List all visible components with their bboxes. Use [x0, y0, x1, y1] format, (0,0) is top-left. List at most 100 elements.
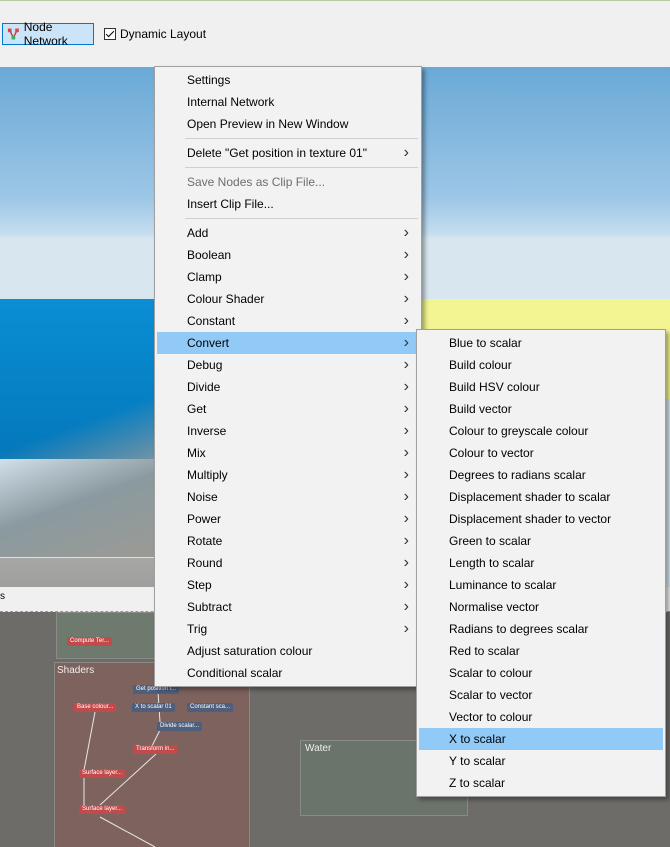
submenu-item-colour-to-vector[interactable]: Colour to vector — [419, 442, 663, 464]
menu-item-delete-get-position-in-texture-01[interactable]: Delete "Get position in texture 01" › — [157, 142, 419, 164]
menu-item-conditional-scalar[interactable]: Conditional scalar — [157, 662, 419, 684]
submenu-item-label: Degrees to radians scalar — [449, 468, 586, 482]
submenu-item-radians-to-degrees-scalar[interactable]: Radians to degrees scalar — [419, 618, 663, 640]
submenu-item-label: Red to scalar — [449, 644, 520, 658]
menu-item-subtract[interactable]: Subtract › — [157, 596, 419, 618]
submenu-item-displacement-shader-to-vector[interactable]: Displacement shader to vector — [419, 508, 663, 530]
submenu-item-label: Scalar to colour — [449, 666, 533, 680]
menu-item-multiply[interactable]: Multiply › — [157, 464, 419, 486]
menu-item-clamp[interactable]: Clamp › — [157, 266, 419, 288]
dynamic-layout-label: Dynamic Layout — [120, 27, 207, 41]
menu-item-label: Get — [187, 402, 207, 416]
chevron-right-icon: › — [403, 466, 409, 483]
dynamic-layout-toggle[interactable]: Dynamic Layout — [104, 27, 206, 41]
menu-item-insert-clip-file[interactable]: Insert Clip File... — [157, 193, 419, 215]
menu-item-label: Internal Network — [187, 95, 275, 109]
submenu-item-displacement-shader-to-scalar[interactable]: Displacement shader to scalar — [419, 486, 663, 508]
chevron-right-icon: › — [403, 312, 409, 329]
submenu-item-degrees-to-radians-scalar[interactable]: Degrees to radians scalar — [419, 464, 663, 486]
menu-item-boolean[interactable]: Boolean › — [157, 244, 419, 266]
menu-item-debug[interactable]: Debug › — [157, 354, 419, 376]
graph-node[interactable]: Surface layer... — [79, 769, 126, 778]
chevron-right-icon: › — [403, 576, 409, 593]
menu-item-label: Constant — [187, 314, 236, 328]
submenu-item-label: Luminance to scalar — [449, 578, 557, 592]
menu-item-label: Insert Clip File... — [187, 197, 274, 211]
chevron-right-icon: › — [403, 356, 409, 373]
node-network-button[interactable]: Node Network — [2, 20, 94, 48]
menu-item-label: Settings — [187, 73, 231, 87]
menu-separator — [185, 138, 418, 139]
menu-item-add[interactable]: Add › — [157, 222, 419, 244]
submenu-item-label: Normalise vector — [449, 600, 540, 614]
graph-node[interactable]: Base colour... — [74, 703, 117, 712]
menu-item-divide[interactable]: Divide › — [157, 376, 419, 398]
submenu-item-label: Colour to greyscale colour — [449, 424, 589, 438]
submenu-item-label: Y to scalar — [449, 754, 506, 768]
chevron-right-icon: › — [403, 378, 409, 395]
chevron-right-icon: › — [403, 444, 409, 461]
convert-submenu: Blue to scalar Build colour Build HSV colo… — [416, 329, 666, 797]
menu-item-step[interactable]: Step › — [157, 574, 419, 596]
menu-item-convert[interactable]: Convert › — [157, 332, 419, 354]
chevron-right-icon: › — [403, 290, 409, 307]
submenu-item-vector-to-colour[interactable]: Vector to colour — [419, 706, 663, 728]
submenu-item-label: Displacement shader to scalar — [449, 490, 611, 504]
menu-item-adjust-saturation-colour[interactable]: Adjust saturation colour — [157, 640, 419, 662]
menu-item-label: Multiply — [187, 468, 228, 482]
menu-item-noise[interactable]: Noise › — [157, 486, 419, 508]
menu-item-label: Trig — [187, 622, 208, 636]
submenu-item-luminance-to-scalar[interactable]: Luminance to scalar — [419, 574, 663, 596]
chevron-right-icon: › — [403, 400, 409, 417]
submenu-item-normalise-vector[interactable]: Normalise vector — [419, 596, 663, 618]
menu-item-rotate[interactable]: Rotate › — [157, 530, 419, 552]
submenu-item-label: Radians to degrees scalar — [449, 622, 589, 636]
menu-item-label: Rotate — [187, 534, 223, 548]
chevron-right-icon: › — [403, 620, 409, 637]
menu-item-trig[interactable]: Trig › — [157, 618, 419, 640]
submenu-item-z-to-scalar[interactable]: Z to scalar — [419, 772, 663, 794]
menu-item-round[interactable]: Round › — [157, 552, 419, 574]
submenu-item-label: Scalar to vector — [449, 688, 533, 702]
submenu-item-build-vector[interactable]: Build vector — [419, 398, 663, 420]
submenu-item-y-to-scalar[interactable]: Y to scalar — [419, 750, 663, 772]
menu-item-power[interactable]: Power › — [157, 508, 419, 530]
menu-item-open-preview-in-new-window[interactable]: Open Preview in New Window — [157, 113, 419, 135]
submenu-item-colour-to-greyscale-colour[interactable]: Colour to greyscale colour — [419, 420, 663, 442]
menu-item-get[interactable]: Get › — [157, 398, 419, 420]
submenu-item-build-hsv-colour[interactable]: Build HSV colour — [419, 376, 663, 398]
menu-item-label: Divide — [187, 380, 221, 394]
submenu-item-length-to-scalar[interactable]: Length to scalar — [419, 552, 663, 574]
graph-node[interactable]: Compute Ter... — [67, 637, 112, 646]
menu-item-settings[interactable]: Settings — [157, 69, 419, 91]
menu-item-label: Colour Shader — [187, 292, 265, 306]
dynamic-layout-checkbox[interactable] — [104, 28, 116, 40]
menu-item-label: Mix — [187, 446, 206, 460]
chevron-right-icon: › — [403, 224, 409, 241]
menu-item-mix[interactable]: Mix › — [157, 442, 419, 464]
menu-item-colour-shader[interactable]: Colour Shader › — [157, 288, 419, 310]
submenu-item-red-to-scalar[interactable]: Red to scalar — [419, 640, 663, 662]
graph-node[interactable]: Divide scalar... — [157, 722, 203, 731]
node-network-label: Node Network — [23, 20, 68, 48]
submenu-item-green-to-scalar[interactable]: Green to scalar — [419, 530, 663, 552]
graph-node[interactable]: Constant sca... — [187, 703, 234, 712]
menu-item-inverse[interactable]: Inverse › — [157, 420, 419, 442]
graph-node[interactable]: Surface layer... — [79, 805, 126, 814]
graph-node[interactable]: Transform in... — [133, 745, 178, 754]
menu-item-label: Conditional scalar — [187, 666, 283, 680]
menu-item-label: Add — [187, 226, 209, 240]
menu-item-label: Convert — [187, 336, 230, 350]
graph-node[interactable]: X to scalar 01 — [132, 703, 175, 712]
chevron-right-icon: › — [403, 144, 409, 161]
submenu-item-blue-to-scalar[interactable]: Blue to scalar — [419, 332, 663, 354]
submenu-item-label: Displacement shader to vector — [449, 512, 612, 526]
submenu-item-scalar-to-vector[interactable]: Scalar to vector — [419, 684, 663, 706]
submenu-item-scalar-to-colour[interactable]: Scalar to colour — [419, 662, 663, 684]
submenu-item-x-to-scalar[interactable]: X to scalar — [419, 728, 663, 750]
submenu-item-label: Length to scalar — [449, 556, 535, 570]
menu-item-internal-network[interactable]: Internal Network — [157, 91, 419, 113]
submenu-item-label: Build vector — [449, 402, 512, 416]
submenu-item-build-colour[interactable]: Build colour — [419, 354, 663, 376]
menu-item-constant[interactable]: Constant › — [157, 310, 419, 332]
